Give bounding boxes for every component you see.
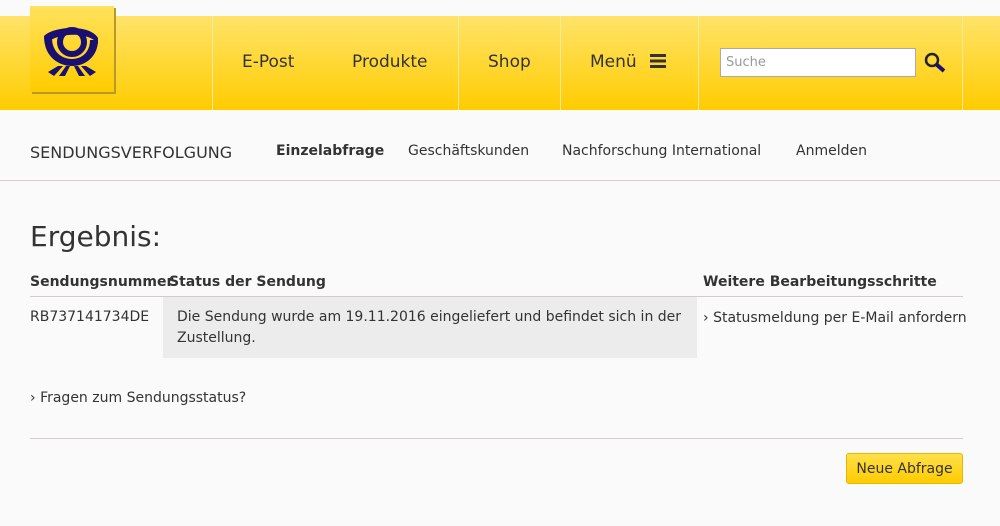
col-header-status: Status der Sendung [169,274,326,290]
divider [560,16,561,110]
nav-produkte[interactable]: Produkte [352,52,428,72]
divider [458,16,459,110]
subnav-nachforschung[interactable]: Nachforschung International [562,143,761,159]
nav-menu[interactable]: Menü [590,52,667,72]
post-horn-icon [44,27,98,76]
tracking-number: RB737141734DE [30,309,150,325]
nav-shop[interactable]: Shop [488,52,531,72]
col-header-number: Sendungsnummer [30,274,174,290]
search-input[interactable] [720,48,916,77]
col-header-steps: Weitere Bearbeitungsschritte [703,274,937,290]
divider [698,16,699,110]
divider [0,180,1000,181]
faq-link[interactable]: › Fragen zum Sendungsstatus? [30,390,246,406]
nav-e-post[interactable]: E-Post [242,52,294,72]
header: E-Post Produkte Shop Menü [0,16,1000,110]
subnav-einzelabfrage[interactable]: Einzelabfrage [276,143,384,159]
divider [30,438,963,439]
page-section-title: SENDUNGSVERFOLGUNG [30,143,233,162]
shipment-status: Die Sendung wurde am 19.11.2016 eingelie… [163,297,697,358]
email-status-label: Statusmeldung per E-Mail anfordern [713,310,967,326]
divider [212,16,213,110]
page-title: Ergebnis: [30,220,162,253]
hamburger-icon [650,54,667,68]
divider [962,16,963,110]
subnav-anmelden[interactable]: Anmelden [796,143,867,159]
email-status-link[interactable]: › Statusmeldung per E-Mail anfordern [703,310,967,326]
deutsche-post-logo[interactable] [30,6,114,92]
search-icon[interactable] [924,52,946,74]
faq-label: Fragen zum Sendungsstatus? [40,390,247,406]
menu-label: Menü [590,52,637,72]
new-query-button[interactable]: Neue Abfrage [846,453,963,484]
subnav-geschaeftskunden[interactable]: Geschäftskunden [408,143,529,159]
